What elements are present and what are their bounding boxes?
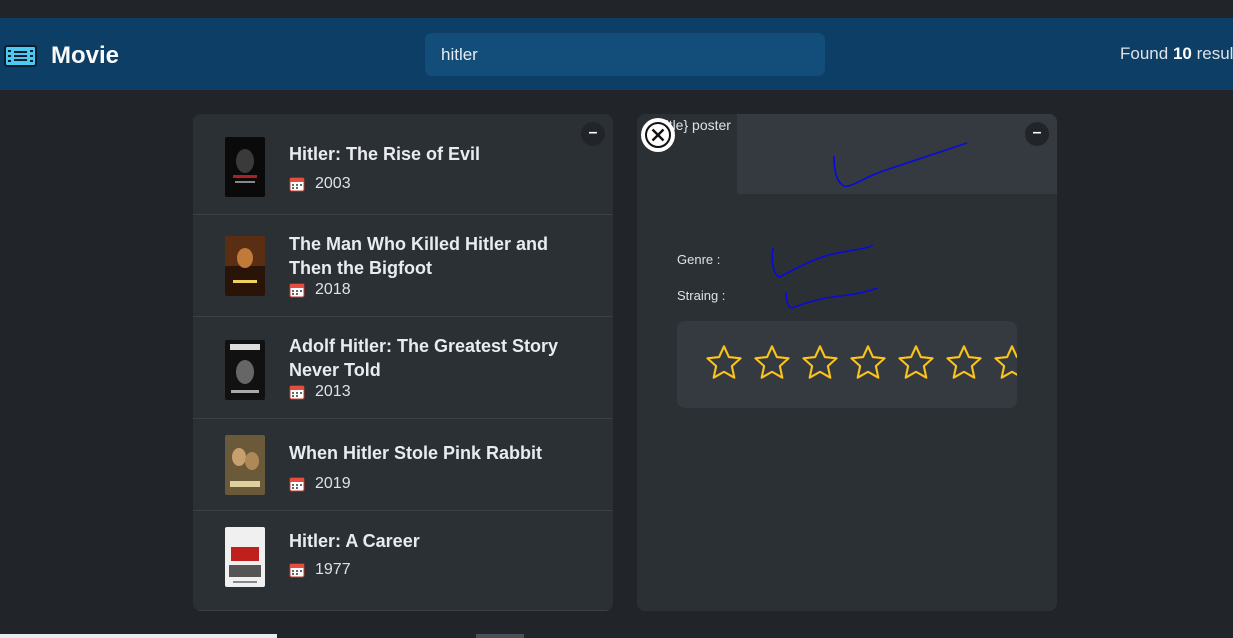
genre-label: Genre : xyxy=(677,252,721,267)
app-title: Movie xyxy=(51,42,120,69)
details-collapse-button[interactable]: – xyxy=(1025,122,1049,146)
year-text: 2018 xyxy=(315,281,351,298)
movie-poster xyxy=(225,340,265,400)
calendar-icon xyxy=(289,177,305,192)
year-text: 1977 xyxy=(315,561,351,578)
star-icon[interactable] xyxy=(895,342,937,384)
close-icon xyxy=(645,122,671,148)
calendar-icon xyxy=(289,283,305,298)
movie-title: When Hitler Stole Pink Rabbit xyxy=(289,443,543,463)
star-icon[interactable] xyxy=(943,342,985,384)
star-icon[interactable] xyxy=(751,342,793,384)
list-item[interactable]: The Man Who Killed Hitler and Then the B… xyxy=(193,215,613,317)
movie-poster xyxy=(225,236,265,296)
movie-year: 1977 xyxy=(289,561,351,579)
list-collapse-button[interactable]: – xyxy=(581,122,605,146)
movie-year: 2003 xyxy=(289,175,351,193)
star-icon[interactable] xyxy=(847,342,889,384)
movie-poster xyxy=(225,527,265,587)
navbar: Movie Found 10 results xyxy=(0,18,1233,90)
results-suffix: results xyxy=(1196,44,1233,63)
movie-year: 2018 xyxy=(289,281,351,299)
search-input[interactable] xyxy=(425,33,825,76)
movie-title: The Man Who Killed Hitler and Then the B… xyxy=(289,234,549,278)
list-item[interactable]: Hitler: A Career 1977 xyxy=(193,511,613,611)
movie-poster xyxy=(225,137,265,197)
movie-title: Hitler: The Rise of Evil xyxy=(289,144,481,164)
movie-title: Hitler: A Career xyxy=(289,531,420,551)
results-prefix: Found xyxy=(1120,44,1169,63)
star-icon[interactable] xyxy=(991,342,1017,384)
top-strip xyxy=(0,0,1233,18)
genre-scribble xyxy=(771,244,874,278)
calendar-icon xyxy=(289,385,305,400)
list-item[interactable]: Adolf Hitler: The Greatest Story Never T… xyxy=(193,317,613,419)
movie-title: Adolf Hitler: The Greatest Story Never T… xyxy=(289,336,559,380)
close-button[interactable] xyxy=(641,118,675,152)
calendar-icon xyxy=(289,477,305,492)
year-text: 2003 xyxy=(315,175,351,192)
list-item[interactable]: Hitler: The Rise of Evil 2003 xyxy=(193,114,613,215)
calendar-icon xyxy=(289,563,305,578)
year-text: 2013 xyxy=(315,383,351,400)
logo: Movie xyxy=(4,42,119,70)
rating-label: Straing : xyxy=(677,288,726,303)
star-rating xyxy=(677,321,1017,408)
movie-year: 2013 xyxy=(289,383,351,401)
star-icon[interactable] xyxy=(799,342,841,384)
movie-poster xyxy=(225,435,265,495)
movie-list-box: – Hitler: The Rise of Evil 2003 The Man … xyxy=(193,114,613,611)
bottom-scroll-indicator xyxy=(0,634,277,638)
movie-year: 2019 xyxy=(289,475,351,493)
ticket-icon xyxy=(4,45,37,67)
stars-row xyxy=(703,342,1017,384)
bottom-mark xyxy=(476,634,524,638)
star-icon[interactable] xyxy=(703,342,745,384)
checkmark-scribble xyxy=(833,142,968,188)
rating-scribble xyxy=(785,287,879,309)
year-text: 2019 xyxy=(315,475,351,492)
results-number: 10 xyxy=(1172,44,1192,63)
results-count: Found 10 results xyxy=(1120,44,1233,64)
movie-list: Hitler: The Rise of Evil 2003 The Man Wh… xyxy=(193,114,613,611)
list-item[interactable]: When Hitler Stole Pink Rabbit 2019 xyxy=(193,419,613,511)
